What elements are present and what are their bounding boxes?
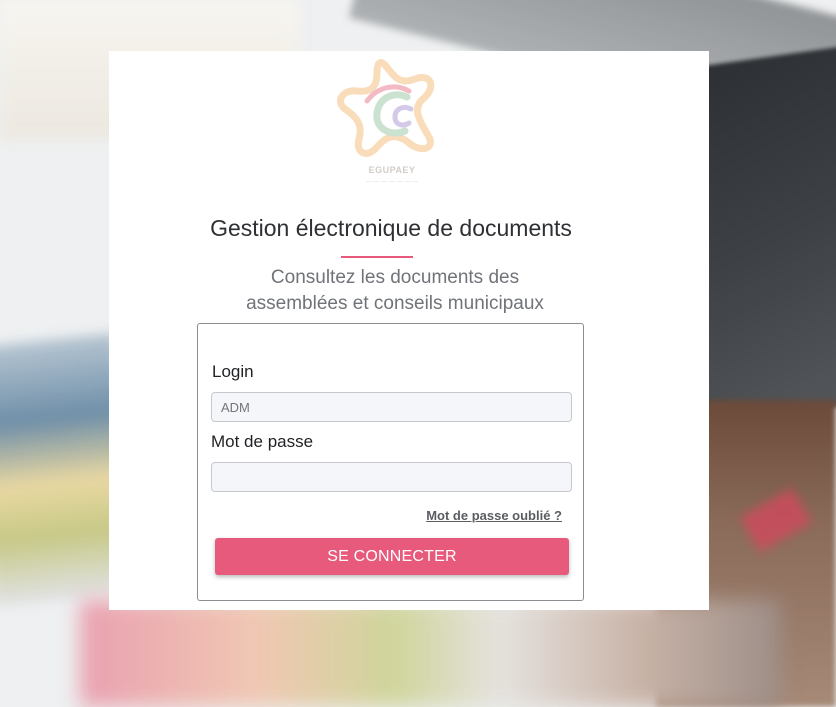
login-input[interactable]	[211, 392, 572, 422]
login-label: Login	[212, 362, 254, 381]
login-form: Login Mot de passe Mot de passe oublié ?…	[197, 323, 584, 601]
star-logo-icon	[337, 59, 435, 157]
page-title: Gestion électronique de documents	[210, 215, 572, 241]
login-card: EGUPAEY — — — — — — — Gestion électroniq…	[109, 51, 709, 610]
page-subtitle: Consultez les documents des assemblées e…	[109, 265, 681, 317]
brand-wordmark: EGUPAEY	[368, 165, 416, 175]
brand-tagline-mark: — — — — — — —	[365, 179, 418, 185]
title-underline	[341, 256, 413, 258]
subtitle-line-1: Consultez les documents des	[270, 267, 520, 288]
background-papers	[80, 600, 780, 707]
password-label: Mot de passe	[211, 432, 314, 451]
forgot-password-link[interactable]: Mot de passe oublié ?	[426, 508, 562, 523]
password-input[interactable]	[211, 462, 572, 492]
brand-logo: EGUPAEY — — — — — — —	[337, 57, 457, 195]
login-button[interactable]: SE CONNECTER	[215, 538, 569, 575]
subtitle-line-2: assemblées et conseils municipaux	[246, 293, 544, 314]
